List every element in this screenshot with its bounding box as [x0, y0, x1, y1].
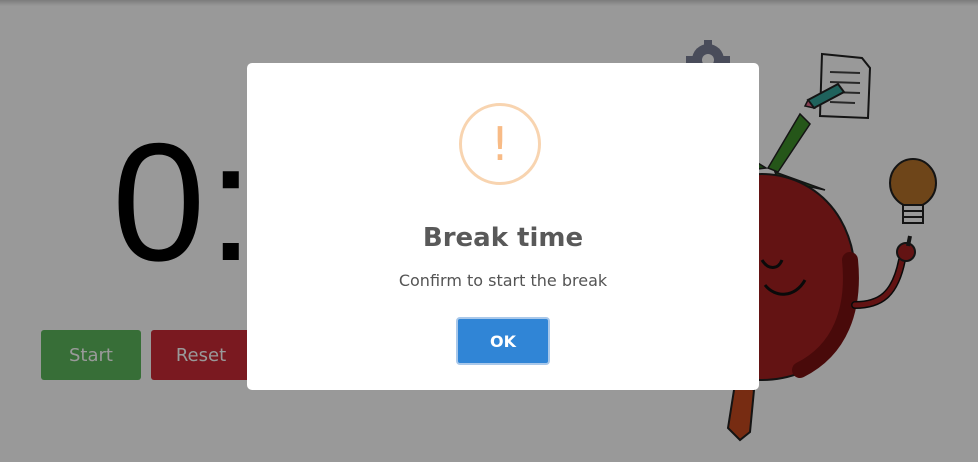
dialog-message: Confirm to start the break: [398, 271, 608, 290]
pomodoro-page: 0:00 Start Reset: [0, 0, 978, 462]
dialog-title: Break time: [422, 223, 584, 253]
warning-icon: !: [459, 103, 541, 185]
ok-button[interactable]: OK: [456, 317, 550, 365]
break-time-dialog: ! Break time Confirm to start the break …: [247, 63, 759, 390]
warning-mark: !: [490, 117, 510, 171]
